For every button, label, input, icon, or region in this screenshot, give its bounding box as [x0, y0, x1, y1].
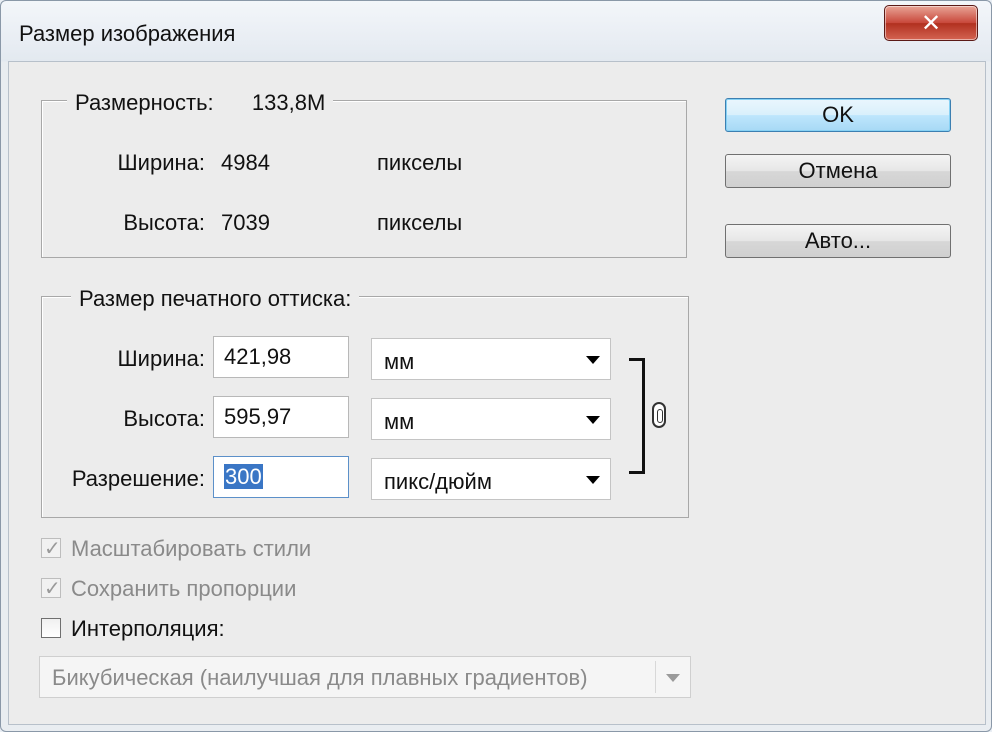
resample-checkbox[interactable] [41, 618, 61, 638]
pixel-dimensions-size: 133,8M [251, 90, 326, 115]
doc-height-label: Высота: [123, 406, 205, 431]
checkmark-icon: ✓ [44, 536, 61, 560]
pixel-height-value: 7039 [221, 210, 270, 235]
doc-height-unit-select[interactable]: мм [371, 398, 611, 440]
scale-styles-checkbox[interactable]: ✓ [41, 536, 61, 560]
select-divider [655, 661, 656, 693]
pixel-width-label: Ширина: [117, 150, 205, 175]
resolution-input[interactable]: 300 [213, 456, 349, 498]
chevron-down-icon [586, 476, 600, 484]
dialog-body: Размерность: 133,8M Ширина: 4984 пикселы… [8, 61, 986, 725]
resolution-unit-select[interactable]: пикс/дюйм [371, 458, 611, 500]
close-button[interactable]: ✕ [884, 5, 978, 41]
auto-button[interactable]: Авто... [725, 224, 951, 258]
scale-styles-label: Масштабировать стили [71, 536, 312, 561]
cancel-button[interactable]: Отмена [725, 154, 951, 188]
doc-width-unit-value: мм [384, 349, 415, 374]
ok-button[interactable]: OK [725, 98, 951, 132]
dialog-title: Размер изображения [19, 21, 236, 46]
pixel-dimensions-legend: Размерность: 133,8M [67, 90, 334, 116]
constrain-bracket [629, 358, 645, 474]
chevron-down-icon [586, 416, 600, 424]
title-bar[interactable]: Размер изображения ✕ [1, 1, 991, 61]
doc-width-label: Ширина: [117, 346, 205, 371]
resolution-value: 300 [224, 464, 263, 489]
pixel-width-unit: пикселы [377, 150, 463, 175]
pixel-width-value: 4984 [221, 150, 270, 175]
resolution-label: Разрешение: [71, 466, 205, 491]
document-size-legend: Размер печатного оттиска: [71, 286, 360, 312]
resolution-unit-value: пикс/дюйм [384, 469, 492, 494]
constrain-proportions-label: Сохранить пропорции [71, 576, 297, 601]
chevron-down-icon [586, 356, 600, 364]
resample-label: Интерполяция: [71, 616, 225, 641]
interpolation-method-value: Бикубическая (наилучшая для плавных град… [52, 665, 588, 690]
chevron-down-icon [666, 674, 680, 682]
close-icon: ✕ [920, 9, 942, 37]
pixel-height-label: Высота: [123, 210, 205, 235]
doc-height-unit-value: мм [384, 409, 415, 434]
interpolation-method-select[interactable]: Бикубическая (наилучшая для плавных град… [39, 656, 691, 698]
constrain-proportions-checkbox[interactable]: ✓ [41, 576, 61, 600]
doc-height-input[interactable]: 595,97 [213, 396, 349, 438]
pixel-dimensions-label: Размерность: [75, 90, 214, 115]
doc-width-input[interactable]: 421,98 [213, 336, 349, 378]
pixel-height-unit: пикселы [377, 210, 463, 235]
doc-width-unit-select[interactable]: мм [371, 338, 611, 380]
checkmark-icon: ✓ [44, 576, 61, 600]
image-size-dialog: Размер изображения ✕ Размерность: 133,8M… [0, 0, 992, 732]
chain-link-icon [652, 402, 666, 428]
